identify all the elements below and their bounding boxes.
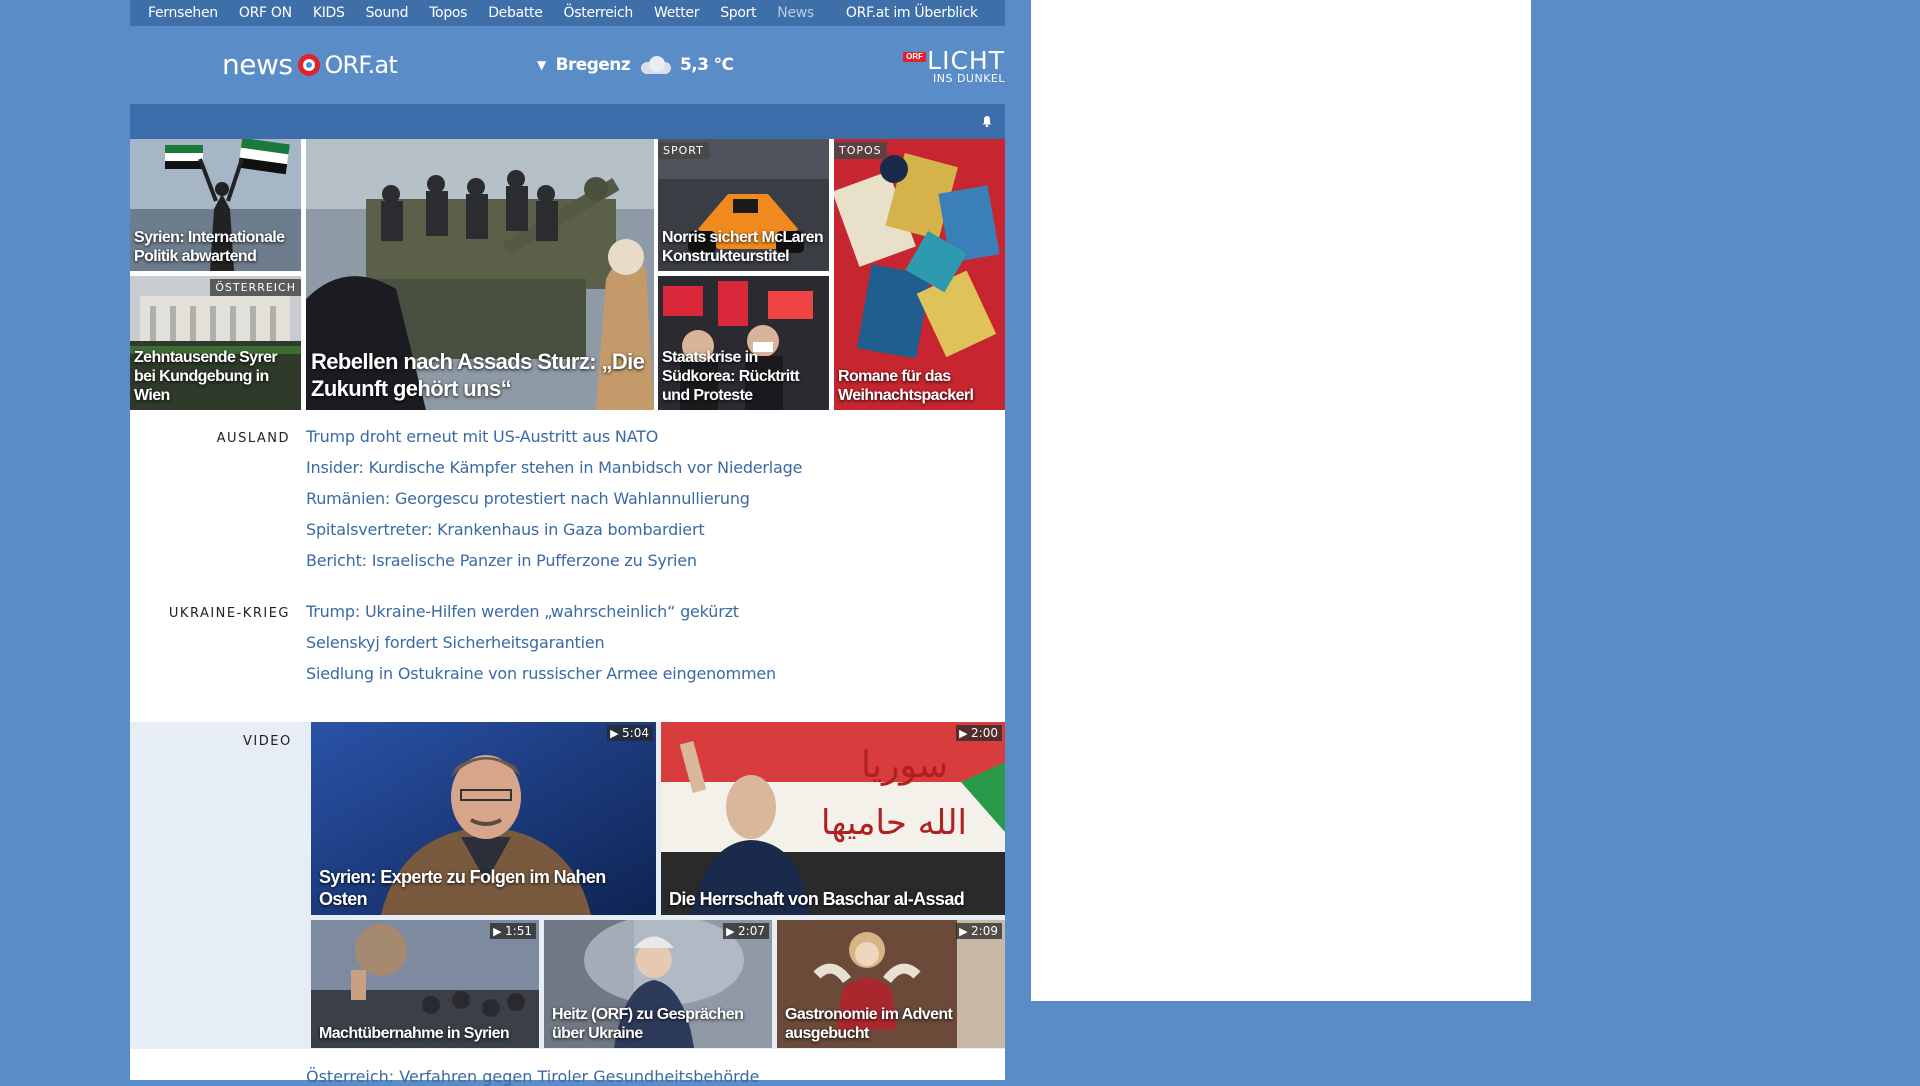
licht-title: LICHT (927, 46, 1005, 75)
teaser-syrien-politik[interactable]: Syrien: Internationale Politik abwartend (130, 139, 301, 271)
cloud-icon (638, 56, 672, 74)
news-link[interactable]: Spitalsvertreter: Krankenhaus in Gaza bo… (306, 514, 802, 545)
news-orf-logo[interactable]: news ORF.at (222, 48, 398, 81)
teaser-title: Zehntausende Syrer bei Kundgebung in Wie… (134, 349, 278, 404)
news-link[interactable]: Trump: Ukraine-Hilfen werden „wahrschein… (306, 596, 776, 627)
nav-fernsehen[interactable]: Fernsehen (148, 5, 218, 21)
news-link[interactable]: Insider: Kurdische Kämpfer stehen in Man… (306, 452, 802, 483)
news-link[interactable]: Siedlung in Ostukraine von russischer Ar… (306, 658, 776, 689)
link-list: Trump: Ukraine-Hilfen werden „wahrschein… (306, 596, 776, 689)
video-thumbnail: سوريا الله حاميها (661, 722, 1005, 915)
video-section: VIDEO 5:04 Syrien: Experte zu Folgen im … (130, 722, 1005, 1049)
nav-sport[interactable]: Sport (720, 5, 756, 21)
section-label: AUSLAND (216, 431, 290, 446)
nav-kids[interactable]: KIDS (313, 5, 345, 21)
video-duration: 5:04 (607, 725, 653, 741)
nav-oesterreich[interactable]: Österreich (564, 5, 634, 21)
toolbar-bar (130, 104, 1005, 139)
news-link[interactable]: Selenskyj fordert Sicherheitsgarantien (306, 627, 776, 658)
svg-text:الله حاميها: الله حاميها (821, 803, 967, 843)
nav-news[interactable]: News (777, 5, 814, 21)
category-tag: TOPOS (834, 142, 887, 159)
teaser-syrer-wien[interactable]: ÖSTERREICH Zehntausende Syrer bei Kundge… (130, 276, 301, 410)
teaser-title: Norris sichert McLaren Konstrukteurstite… (662, 229, 824, 265)
video-title: Gastronomie im Advent ausgebucht (785, 1006, 953, 1042)
news-link[interactable]: Bericht: Israelische Panzer in Pufferzon… (306, 545, 802, 576)
teaser-suedkorea[interactable]: Staatskrise in Südkorea: Rücktritt und P… (658, 276, 829, 410)
orf-badge: ORF (903, 52, 927, 62)
nav-orf-on[interactable]: ORF ON (239, 5, 292, 21)
video-item-assad[interactable]: سوريا الله حاميها 2:00 Die Herrschaft vo… (661, 722, 1005, 915)
teaser-title: Syrien: Internationale Politik abwartend (134, 229, 285, 265)
section-label: UKRAINE-KRIEG (168, 606, 290, 621)
logo-news-text: news (222, 48, 293, 81)
nav-overview[interactable]: ORF.at im Überblick (846, 5, 978, 21)
video-duration: 1:51 (490, 923, 536, 939)
video-title: Die Herrschaft von Baschar al-Assad (669, 889, 965, 909)
weather-widget[interactable]: ▼ Bregenz 5,3 °C (537, 55, 734, 75)
teaser-romane-weihnachten[interactable]: TOPOS Romane für das Weihnachtspackerl (834, 139, 1005, 410)
nav-debatte[interactable]: Debatte (488, 5, 543, 21)
link-list: Trump droht erneut mit US-Austritt aus N… (306, 421, 802, 576)
logo-site-text: ORF.at (324, 50, 397, 79)
weather-location: Bregenz (555, 55, 631, 75)
video-item-machtuebernahme[interactable]: 1:51 Machtübernahme in Syrien (311, 920, 539, 1048)
news-link[interactable]: Trump droht erneut mit US-Austritt aus N… (306, 421, 802, 452)
news-link[interactable]: Österreich: Verfahren gegen Tiroler Gesu… (306, 1067, 759, 1086)
video-title: Heitz (ORF) zu Gesprächen über Ukraine (552, 1006, 744, 1042)
video-title: Syrien: Experte zu Folgen im Nahen Osten (319, 867, 606, 909)
category-tag: SPORT (658, 142, 709, 159)
svg-text:سوريا: سوريا (861, 745, 948, 786)
teaser-title: Romane für das Weihnachtspackerl (838, 368, 974, 404)
weather-temperature: 5,3 °C (680, 55, 734, 75)
category-tag: ÖSTERREICH (210, 279, 301, 296)
bell-icon[interactable] (981, 115, 993, 127)
teaser-title: Staatskrise in Südkorea: Rücktritt und P… (662, 349, 800, 404)
teaser-rebellen-main[interactable]: Rebellen nach Assads Sturz: „Die Zukunft… (306, 139, 654, 410)
video-duration: 2:00 (956, 725, 1002, 741)
licht-ins-dunkel-logo[interactable]: ORF LICHT INS DUNKEL (903, 46, 1005, 85)
video-title: Machtübernahme in Syrien (319, 1025, 510, 1042)
licht-subtitle: INS DUNKEL (933, 72, 1005, 85)
nav-sound[interactable]: Sound (366, 5, 409, 21)
video-item-experte[interactable]: 5:04 Syrien: Experte zu Folgen im Nahen … (311, 722, 656, 915)
video-item-heitz[interactable]: 2:07 Heitz (ORF) zu Gesprächen über Ukra… (544, 920, 772, 1048)
main-content: Syrien: Internationale Politik abwartend… (130, 139, 1005, 1086)
teaser-norris-mclaren[interactable]: SPORT Norris sichert McLaren Konstrukteu… (658, 139, 829, 271)
nav-topos[interactable]: Topos (429, 5, 467, 21)
top-navigation: Fernsehen ORF ON KIDS Sound Topos Debatt… (130, 0, 1005, 26)
video-duration: 2:09 (956, 923, 1002, 939)
section-label: VIDEO (243, 734, 292, 749)
news-link[interactable]: Rumänien: Georgescu protestiert nach Wah… (306, 483, 802, 514)
site-header: news ORF.at ▼ Bregenz 5,3 °C ORF LICHT I… (130, 26, 1005, 104)
video-duration: 2:07 (723, 923, 769, 939)
chevron-down-icon: ▼ (537, 58, 546, 72)
orf-ring-icon (298, 53, 321, 76)
nav-wetter[interactable]: Wetter (654, 5, 699, 21)
teaser-title: Rebellen nach Assads Sturz: „Die Zukunft… (311, 349, 645, 401)
video-item-gastronomie[interactable]: 2:09 Gastronomie im Advent ausgebucht (777, 920, 1005, 1048)
right-ad-area (1031, 0, 1531, 1001)
